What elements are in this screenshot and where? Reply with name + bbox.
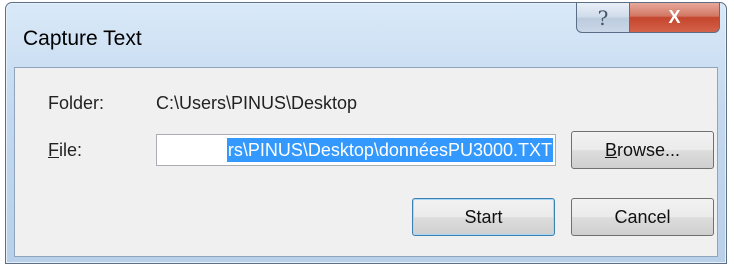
dialog-title: Capture Text — [23, 27, 142, 50]
close-icon: X — [668, 7, 681, 27]
file-path-input[interactable]: rs\PINUS\Desktop\donnéesPU3000.TXT — [156, 134, 556, 166]
browse-button[interactable]: Browse... — [571, 131, 714, 169]
caption-buttons: ? X — [576, 3, 720, 33]
folder-label: Folder: — [48, 93, 105, 113]
help-icon: ? — [597, 5, 609, 30]
browse-button-label: Browse... — [605, 140, 680, 161]
file-label-rest: ile: — [59, 140, 83, 160]
dialog-body: Folder: C:\Users\PINUS\Desktop File: rs\… — [14, 67, 718, 257]
browse-label-rest: rowse... — [616, 139, 681, 160]
browse-accelerator: B — [604, 139, 617, 160]
file-label-accelerator: F — [48, 140, 59, 160]
file-path-selected-text: rs\PINUS\Desktop\donnéesPU3000.TXT — [226, 138, 553, 162]
cancel-button[interactable]: Cancel — [571, 198, 714, 236]
file-label: File: — [48, 140, 82, 161]
folder-path: C:\Users\PINUS\Desktop — [156, 93, 358, 113]
help-button[interactable]: ? — [576, 3, 630, 33]
start-button[interactable]: Start — [412, 198, 555, 236]
close-button[interactable]: X — [630, 3, 720, 33]
capture-text-dialog: Capture Text ? X Folder: C:\Users\PINUS\… — [5, 2, 727, 264]
